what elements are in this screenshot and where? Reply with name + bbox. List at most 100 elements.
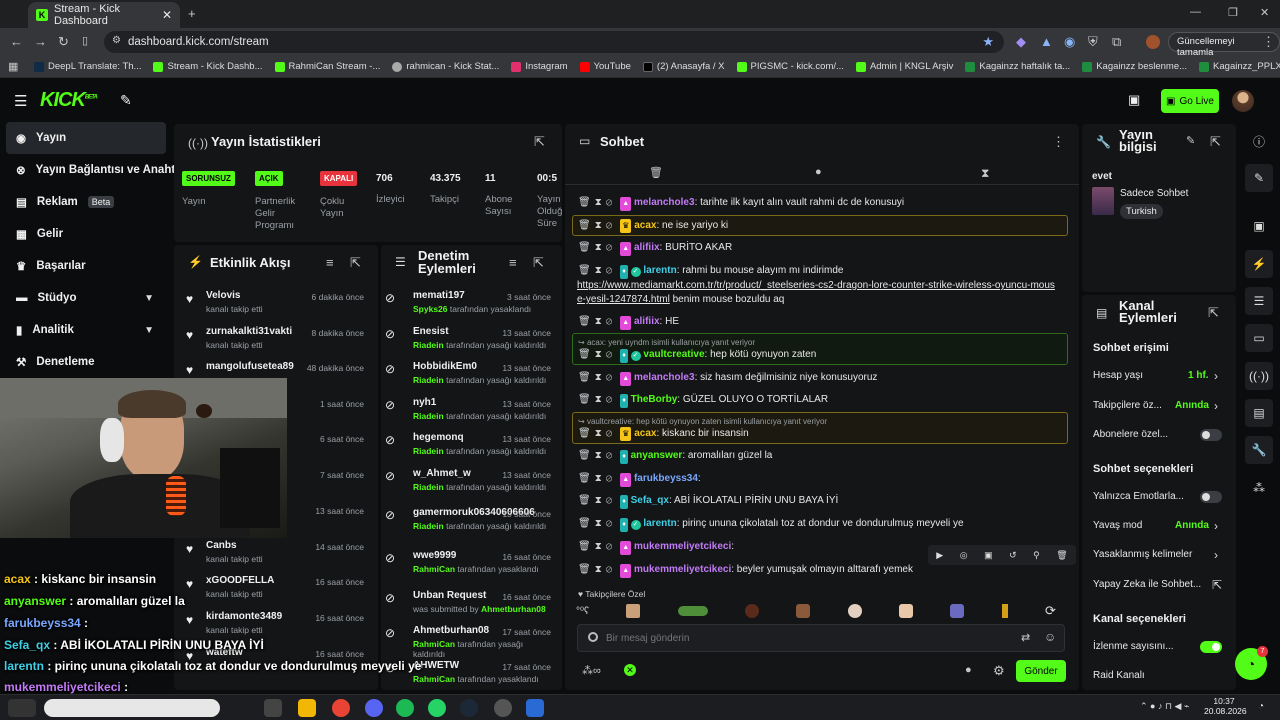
moderation-item[interactable]: ⊘ memati197 Spyks26 tarafından yasaklandı 3… (385, 290, 551, 314)
apps-grid-icon[interactable]: ▦ (8, 60, 18, 73)
subs-only-row[interactable]: Abonelere özel... (1086, 425, 1232, 445)
chat-username[interactable]: anyanswer (631, 450, 683, 461)
more-options-icon[interactable]: ⋮ (1052, 134, 1065, 150)
chat-username[interactable]: Sefa_qx (631, 495, 669, 506)
chat-username[interactable]: mukemmeliyetcikeci (634, 541, 731, 552)
message-mod-tools[interactable]: 🗑⧗⊘ (578, 495, 616, 506)
tray-icons[interactable]: ⌃ ● ♪ ⊓ ◀ ⌁ (1140, 701, 1189, 712)
channel-icon[interactable]: ▤ (1245, 399, 1273, 427)
emotes-only-toggle[interactable] (1200, 491, 1222, 503)
bookmark-item[interactable]: PIGSMC - kick.com/... (736, 61, 844, 72)
message-mod-tools[interactable]: 🗑⧗⊘ (578, 394, 616, 405)
profile-avatar[interactable] (1146, 35, 1160, 49)
timeout-tab-icon[interactable]: ⧗ (981, 166, 989, 181)
whatsapp-icon[interactable] (428, 699, 446, 717)
filter-icon[interactable]: ≡ (509, 255, 517, 270)
message-mod-tools[interactable]: 🗑⧗⊘ (578, 428, 616, 439)
subs-only-toggle[interactable] (1200, 429, 1222, 441)
message-mod-tools[interactable]: 🗑⧗⊘ (578, 197, 616, 208)
chat-input-box[interactable]: ⇄ ☺ (577, 624, 1065, 652)
sidebar-item-moderation[interactable]: ⚒ Denetleme (0, 346, 172, 378)
stars-icon[interactable]: ⁂ (1245, 474, 1273, 502)
chat-username[interactable]: vaultcreative (643, 349, 704, 360)
emote-icon[interactable] (847, 604, 862, 618)
bookmark-item[interactable]: RahmiCan Stream -... (274, 61, 380, 72)
tools-icon[interactable]: ✎ (120, 92, 132, 109)
wrench-icon[interactable]: 🔧 (1245, 436, 1273, 464)
moderation-item[interactable]: ⊘ Ahmetburhan08 RahmiCan tarafından yasağı… (385, 625, 551, 659)
chat-username[interactable]: larentn (643, 518, 676, 529)
moderation-item[interactable]: ⊘ Unban Request was submitted by Ahmetburh… (385, 590, 551, 614)
message-mod-tools[interactable]: 🗑⧗⊘ (578, 220, 616, 231)
forward-icon[interactable]: → (34, 34, 47, 49)
activity-item[interactable]: ♥ Velovis kanalı takip etti 6 dakika önce (182, 290, 370, 314)
message-mod-tools[interactable]: 🗑⧗⊘ (578, 265, 616, 276)
notification-icon[interactable]: ◔ (1258, 701, 1264, 712)
clock[interactable]: 10:37 20.08.2026 (1204, 696, 1247, 716)
gear-icon[interactable]: ⚙ (993, 663, 1005, 679)
emoji-icon[interactable]: ☺ (1044, 630, 1056, 644)
emote-icon[interactable] (677, 606, 708, 616)
emote-icon[interactable] (1001, 604, 1008, 618)
popout-icon[interactable]: ⇱ (534, 134, 545, 150)
menu-kebab-icon[interactable]: ⋮ (1262, 34, 1275, 50)
chat-username[interactable]: melancholе3 (634, 372, 695, 383)
chrome-icon[interactable] (332, 699, 350, 717)
delete-icon[interactable]: 🗑 (1056, 550, 1067, 561)
bookmark-item[interactable]: rahmican - Kick Stat... (392, 61, 499, 72)
bookmark-item[interactable]: Stream - Kick Dashb... (153, 61, 263, 72)
filter-icon[interactable]: ≡ (326, 255, 334, 270)
app-icon[interactable] (526, 699, 544, 717)
message-mod-tools[interactable]: 🗑⧗⊘ (578, 242, 616, 253)
popout-icon[interactable]: ⇱ (533, 255, 544, 271)
bookmark-item[interactable]: Kagainzz beslenme... (1082, 61, 1187, 72)
message-mod-tools[interactable]: 🗑⧗⊘ (578, 564, 616, 575)
sidebar-item-stream-key[interactable]: ⊗ Yayın Bağlantısı ve Anahtarı (0, 154, 189, 186)
banned-words-row[interactable]: Yasaklanmış kelimeler › (1086, 545, 1232, 565)
play-icon[interactable]: ▶ (936, 550, 943, 561)
translate-icon[interactable]: ⇄ (1021, 631, 1030, 644)
followers-only-row[interactable]: Takipçilere öz... Anında › (1086, 396, 1232, 416)
chat-input[interactable] (606, 629, 1006, 647)
chat-link[interactable]: https://www.mediamarkt.com.tr/tr/product… (577, 280, 1055, 305)
moderation-item[interactable]: ⊘ wwe9999 RahmiCan tarafından yasaklandı 16… (385, 550, 551, 574)
chat-username[interactable]: alifiix (634, 316, 660, 327)
chat-username[interactable]: mukemmeliyetcikeci (634, 564, 731, 575)
activity-item[interactable]: ♥ Canbs kanalı takip etti 14 saat önce (182, 540, 370, 564)
message-mod-tools[interactable]: 🗑⧗⊘ (578, 349, 616, 360)
slow-mode-row[interactable]: Yavaş mod Anında › (1086, 516, 1232, 536)
bookmark-item[interactable]: Kagainzz_PPLXUL -... (1199, 61, 1280, 72)
obs-icon[interactable] (494, 699, 512, 717)
bookmark-item[interactable]: Instagram (511, 61, 568, 72)
info-icon[interactable]: ⓘ (1245, 127, 1273, 155)
message-mod-tools[interactable]: 🗑⧗⊘ (578, 316, 616, 327)
chat-bubble-icon[interactable]: ▭ (1245, 324, 1273, 352)
pencil-icon[interactable]: ✎ (1245, 164, 1273, 192)
sidebar-item-ads[interactable]: ▤ Reklam Beta (0, 186, 172, 218)
activity-item[interactable]: ♥ zurnakalkti31vakti kanalı takip etti 8 da… (182, 326, 370, 350)
ai-chat-row[interactable]: Yapay Zeka ile Sohbet... ⇱ (1086, 575, 1232, 595)
moderation-item[interactable]: ⊘ Enesist Riadein tarafından yasağı kaldır… (385, 326, 551, 350)
chat-username[interactable]: alifiix (634, 242, 660, 253)
emote-icon[interactable]: °⁰ʕ (576, 606, 589, 617)
viewer-count-toggle[interactable] (1200, 641, 1222, 653)
kick-logo[interactable]: KICKBETA (40, 89, 98, 112)
url-bar[interactable]: ⚙ dashboard.kick.com/stream ★ (104, 31, 1004, 53)
message-mod-tools[interactable]: 🗑⧗⊘ (578, 372, 616, 383)
viewer-count-row[interactable]: İzlenme sayısını... (1086, 637, 1232, 657)
go-live-button[interactable]: ▣ Go Live (1161, 89, 1219, 113)
message-mod-tools[interactable]: 🗑⧗⊘ (578, 473, 616, 484)
account-age-row[interactable]: Hesap yaşı 1 hf. › (1086, 366, 1232, 386)
copy-icon[interactable]: ▣ (984, 550, 993, 561)
bookmark-item[interactable]: DeepL Translate: Th... (34, 61, 141, 72)
sidebar-item-analytics[interactable]: ▮ Analitik ▼ (0, 314, 172, 346)
chat-username[interactable]: TheBorby (631, 394, 678, 405)
bookmark-item[interactable]: YouTube (579, 61, 631, 72)
bolt-icon[interactable]: ⚡ (1245, 250, 1273, 278)
moderation-item[interactable]: ⊘ gamermoruk06340606606 Riadein tarafından… (385, 507, 551, 531)
stars-icon[interactable]: ⁂∞ (582, 664, 601, 677)
message-mod-tools[interactable]: 🗑⧗⊘ (578, 518, 616, 529)
activity-item[interactable]: ♥ mangolufusetea89 48 dakika önce (182, 361, 370, 377)
moderation-item[interactable]: ⊘ w_Ahmet_w Riadein tarafından yasağı kald… (385, 468, 551, 492)
popout-icon[interactable]: ⇱ (1208, 305, 1219, 321)
